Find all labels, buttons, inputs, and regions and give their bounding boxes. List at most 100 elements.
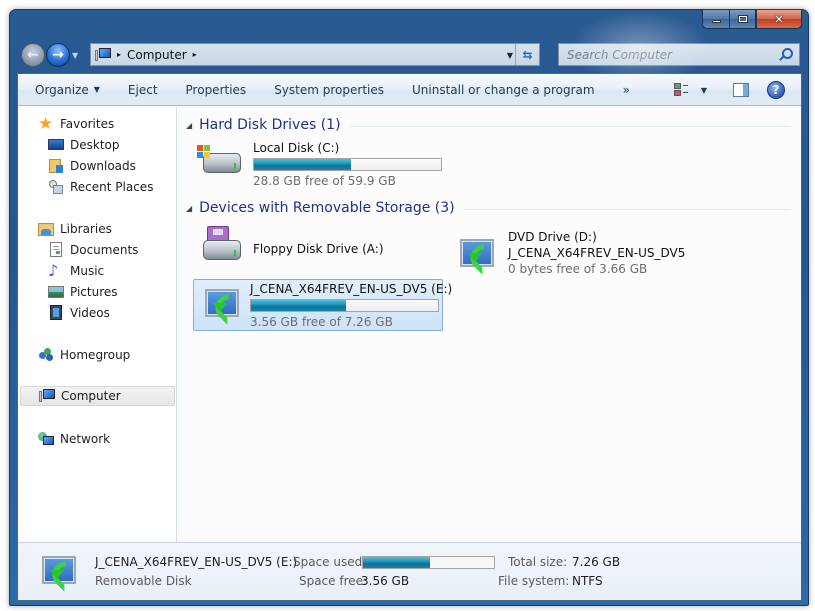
group-title: Hard Disk Drives (1)	[199, 117, 341, 133]
system-properties-button[interactable]: System properties	[260, 78, 398, 102]
refresh-icon: ⇆	[522, 47, 533, 62]
sidebar-item-label: Favorites	[60, 117, 115, 131]
drive-dvd-d[interactable]: DVD Drive (D:) J_CENA_X64FREV_EN-US_DV5 …	[452, 224, 702, 276]
back-button[interactable]: ←	[21, 43, 45, 67]
sidebar-item-pictures[interactable]: Pictures	[18, 282, 118, 302]
file-system-label: File system:	[498, 574, 570, 588]
sidebar-item-documents[interactable]: Documents	[18, 240, 138, 260]
desktop-icon	[48, 137, 64, 153]
organize-button[interactable]: Organize ▼	[18, 78, 114, 102]
drive-usage-bar	[253, 158, 442, 171]
computer-icon	[39, 388, 55, 404]
sidebar-item-label: Pictures	[70, 285, 118, 299]
properties-button[interactable]: Properties	[172, 78, 261, 102]
more-commands-button[interactable]: »	[609, 78, 644, 102]
star-icon: ★	[38, 114, 54, 134]
details-pane: J_CENA_X64FREV_EN-US_DV5 (E:) Removable …	[18, 542, 801, 600]
search-icon[interactable]	[782, 48, 793, 59]
address-bar[interactable]: ▸ Computer ▸ ▼ ⇆	[90, 43, 540, 66]
caption-buttons: ✕	[702, 10, 802, 30]
space-used-label: Space used:	[293, 555, 367, 569]
drive-usage-fill	[251, 300, 347, 311]
sidebar-item-downloads[interactable]: Downloads	[18, 156, 136, 176]
sidebar-item-homegroup[interactable]: Homegroup	[18, 345, 130, 365]
collapse-triangle-icon[interactable]: ◢	[186, 204, 192, 213]
drive-name: Local Disk (C:)	[253, 141, 340, 155]
refresh-button[interactable]: ⇆	[515, 44, 539, 65]
details-drive-type: Removable Disk	[95, 574, 192, 588]
breadcrumb-separator-2[interactable]: ▸	[193, 50, 197, 59]
videos-filmstrip-icon	[48, 305, 64, 321]
removable-disk-icon	[42, 556, 76, 584]
navigation-bar: ← → ▼ ▸ Computer ▸ ▼ ⇆	[18, 42, 800, 68]
search-box[interactable]	[558, 43, 800, 66]
preview-pane-icon[interactable]	[733, 83, 749, 97]
sidebar-item-music[interactable]: ♪ Music	[18, 261, 104, 281]
change-view-icon[interactable]	[673, 83, 688, 97]
sidebar-item-videos[interactable]: Videos	[18, 303, 110, 323]
minimize-button[interactable]	[702, 10, 729, 29]
search-input[interactable]	[559, 47, 769, 62]
recent-places-icon	[48, 179, 64, 195]
space-used-fill	[363, 557, 430, 568]
drive-name: Floppy Disk Drive (A:)	[253, 242, 384, 256]
sidebar-item-label: Videos	[70, 306, 110, 320]
sidebar-item-desktop[interactable]: Desktop	[18, 135, 120, 155]
drive-usage-fill	[254, 159, 352, 170]
drive-volume-label: J_CENA_X64FREV_EN-US_DV5	[508, 246, 686, 260]
forward-button[interactable]: →	[46, 43, 70, 67]
space-free-label: Space free:	[299, 574, 368, 588]
dvd-autoplay-icon	[460, 239, 494, 267]
group-header-removable-storage[interactable]: ◢ Devices with Removable Storage (3)	[186, 198, 791, 218]
sidebar-item-network[interactable]: Network	[18, 429, 110, 449]
navigation-pane: ★ Favorites Desktop Downloads Recent Pla…	[18, 107, 177, 542]
sidebar-item-label: Recent Places	[70, 180, 154, 194]
pictures-icon	[48, 284, 64, 300]
group-divider	[349, 125, 791, 127]
music-note-icon: ♪	[48, 261, 59, 280]
drives-view: ◢ Hard Disk Drives (1) Local Disk (C:) 2…	[178, 107, 801, 542]
windows-logo-icon	[197, 145, 211, 159]
sidebar-item-label: Network	[60, 432, 111, 446]
group-header-hard-disk-drives[interactable]: ◢ Hard Disk Drives (1)	[186, 115, 791, 135]
address-history-dropdown[interactable]: ▼	[507, 51, 513, 60]
close-button[interactable]: ✕	[756, 10, 802, 29]
maximize-button[interactable]	[729, 10, 756, 29]
documents-icon	[48, 242, 64, 258]
breadcrumb-separator[interactable]: ▸	[117, 50, 121, 59]
floppy-drive-icon	[197, 226, 241, 260]
details-drive-name: J_CENA_X64FREV_EN-US_DV5 (E:)	[95, 555, 298, 569]
uninstall-program-button[interactable]: Uninstall or change a program	[398, 78, 609, 102]
recent-pages-dropdown[interactable]: ▼	[72, 51, 78, 60]
drive-free-space: 3.56 GB free of 7.26 GB	[250, 315, 393, 329]
sidebar-item-label: Music	[70, 264, 105, 278]
organize-label: Organize	[35, 82, 89, 97]
computer-icon	[95, 47, 111, 62]
help-button[interactable]: ?	[767, 81, 785, 99]
group-divider	[463, 208, 791, 210]
drive-removable-e[interactable]: J_CENA_X64FREV_EN-US_DV5 (E:) 3.56 GB fr…	[193, 279, 452, 331]
drive-floppy-a[interactable]: Floppy Disk Drive (A:)	[197, 224, 447, 276]
drive-local-disk-c[interactable]: Local Disk (C:) 28.8 GB free of 59.9 GB	[197, 139, 447, 191]
sidebar-item-libraries[interactable]: Libraries	[18, 219, 112, 239]
drive-free-space: 28.8 GB free of 59.9 GB	[253, 174, 396, 188]
collapse-triangle-icon[interactable]: ◢	[186, 121, 192, 130]
chevron-down-icon: ▼	[93, 85, 100, 94]
back-arrow-icon: ←	[27, 47, 39, 63]
sidebar-item-label: Documents	[70, 243, 139, 257]
file-system-value: NTFS	[572, 574, 603, 588]
eject-button[interactable]: Eject	[114, 78, 172, 102]
sidebar-item-favorites[interactable]: ★ Favorites	[18, 114, 114, 134]
breadcrumb-computer[interactable]: Computer	[127, 48, 187, 62]
drive-name: DVD Drive (D:)	[508, 230, 597, 244]
close-icon: ✕	[774, 12, 784, 26]
toolbar-right: ▼ ?	[673, 74, 801, 106]
command-bar: Organize ▼ Eject Properties System proper…	[18, 74, 801, 106]
maximize-icon	[737, 15, 748, 23]
sidebar-item-recent-places[interactable]: Recent Places	[18, 177, 153, 197]
sidebar-item-label: Computer	[61, 389, 121, 403]
group-title: Devices with Removable Storage (3)	[199, 200, 455, 216]
sidebar-item-computer[interactable]: Computer	[20, 386, 175, 406]
network-icon	[38, 431, 54, 447]
view-options-dropdown[interactable]: ▼	[701, 86, 707, 95]
